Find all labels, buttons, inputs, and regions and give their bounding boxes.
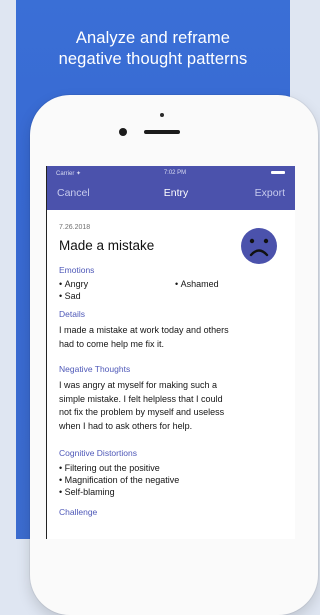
emotions-label: Emotions [59, 265, 95, 275]
emotion-item: • Angry [59, 279, 89, 289]
emotion-item: • Ashamed [175, 279, 219, 289]
distortion-item: • Self-blaming [59, 487, 115, 497]
distortion-item: • Magnification of the negative [59, 475, 180, 485]
entry-title: Made a mistake [59, 238, 155, 253]
sad-face-icon[interactable] [241, 228, 277, 264]
details-label: Details [59, 309, 85, 319]
status-time: 7:02 PM [163, 170, 187, 176]
export-button[interactable]: Export [255, 187, 285, 199]
entry-date: 7.26.2018 [59, 224, 91, 231]
negative-thoughts-text: I was angry at myself for making such a … [59, 380, 225, 431]
challenge-label: Challenge [59, 507, 98, 517]
earpiece-speaker [144, 130, 180, 134]
battery-icon [271, 171, 285, 174]
promo-headline-line-2: negative thought patterns [58, 50, 248, 68]
app-screen: Carrier ✦ 7:02 PM Cancel Entry Export 7.… [46, 166, 295, 539]
front-camera [119, 128, 127, 136]
cognitive-distortions-label: Cognitive Distortions [59, 448, 137, 458]
emotion-item: • Sad [59, 291, 81, 301]
distortion-item: • Filtering out the positive [59, 463, 160, 473]
promo-headline-line-1: Analyze and reframe [75, 29, 231, 47]
nav-title: Entry [163, 187, 189, 199]
details-text: I made a mistake at work today and other… [59, 325, 229, 349]
cancel-button[interactable]: Cancel [57, 187, 90, 199]
negative-thoughts-label: Negative Thoughts [59, 364, 131, 374]
front-sensor [160, 113, 164, 117]
navigation-bar: Carrier ✦ 7:02 PM Cancel Entry Export [47, 166, 295, 210]
status-carrier: Carrier ✦ [56, 171, 82, 177]
